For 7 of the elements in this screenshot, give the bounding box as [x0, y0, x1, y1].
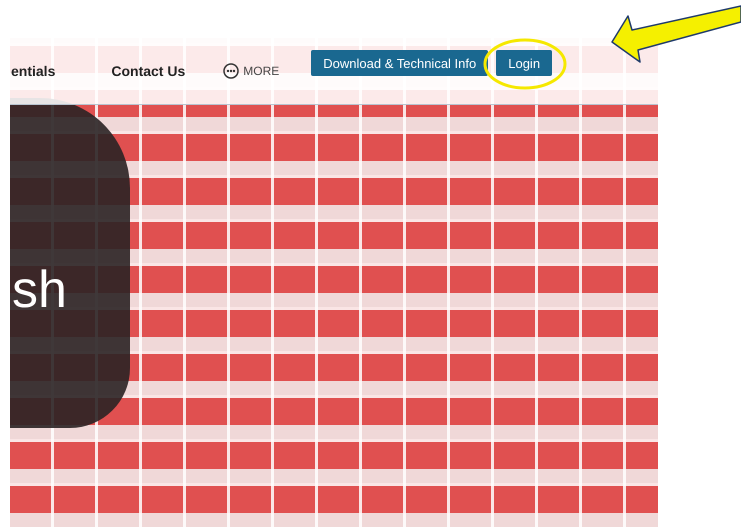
hero-heading: sh	[12, 264, 67, 316]
more-icon[interactable]	[223, 63, 240, 79]
nav-link[interactable]: Contact Us	[111, 63, 186, 79]
login-button[interactable]: Login	[496, 50, 552, 76]
download-button[interactable]: Download & Technical Info	[311, 50, 488, 76]
nav-link[interactable]: entials	[11, 63, 56, 79]
more-link[interactable]: MORE	[243, 64, 280, 78]
